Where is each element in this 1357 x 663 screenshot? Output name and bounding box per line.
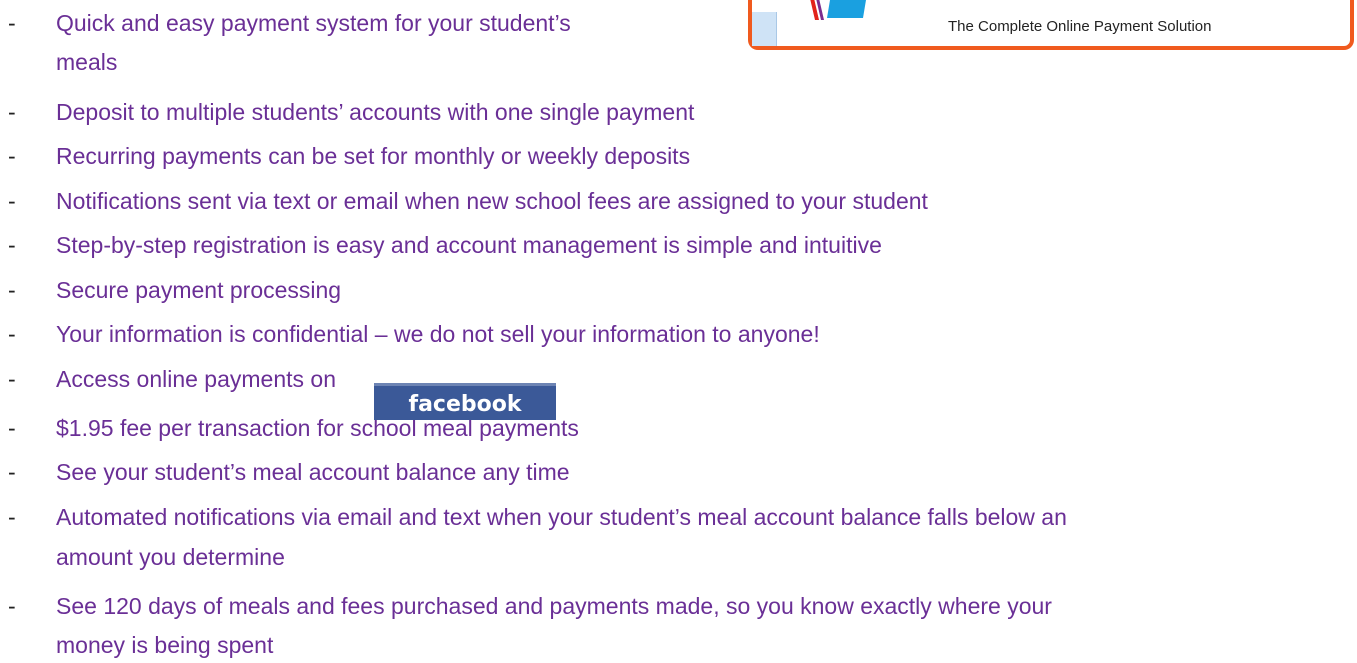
- bullet-dash: -: [8, 188, 16, 214]
- bullet-dash: -: [8, 593, 16, 619]
- list-item-text: See your student’s meal account balance …: [56, 459, 570, 485]
- list-item-text: Recurring payments can be set for monthl…: [56, 143, 691, 169]
- bullet-dash: -: [8, 277, 16, 303]
- bullet-dash: -: [8, 321, 16, 347]
- bullet-dash: -: [8, 143, 16, 169]
- list-item-text: Notifications sent via text or email whe…: [56, 188, 928, 214]
- bullet-dash: -: [8, 232, 16, 258]
- banner-edge-graphic: [752, 12, 777, 46]
- payment-card-logo-icon: [810, 0, 866, 20]
- bullet-dash: -: [8, 415, 16, 441]
- payment-banner: The Complete Online Payment Solution: [748, 0, 1354, 50]
- list-item-text: Automated notifications via email and te…: [56, 504, 1067, 530]
- list-item-text: Quick and easy payment system for your s…: [56, 10, 571, 36]
- list-item-text-continued: meals: [56, 49, 118, 75]
- bullet-dash: -: [8, 366, 16, 392]
- bullet-dash: -: [8, 99, 16, 125]
- list-item-text: Deposit to multiple students’ accounts w…: [56, 99, 695, 125]
- list-item-text: Access online payments on: [56, 366, 336, 392]
- bullet-dash: -: [8, 459, 16, 485]
- list-item-text: See 120 days of meals and fees purchased…: [56, 593, 1052, 619]
- banner-tagline: The Complete Online Payment Solution: [948, 18, 1212, 35]
- list-item-text-continued: amount you determine: [56, 544, 285, 570]
- bullet-dash: -: [8, 504, 16, 530]
- list-item-text-continued: money is being spent: [56, 632, 274, 658]
- bullet-dash: -: [8, 10, 16, 36]
- facebook-link[interactable]: facebook: [374, 383, 556, 420]
- list-item-text: Secure payment processing: [56, 277, 342, 303]
- list-item-text: Step-by-step registration is easy and ac…: [56, 232, 882, 258]
- list-item-text: Your information is confidential – we do…: [56, 321, 820, 347]
